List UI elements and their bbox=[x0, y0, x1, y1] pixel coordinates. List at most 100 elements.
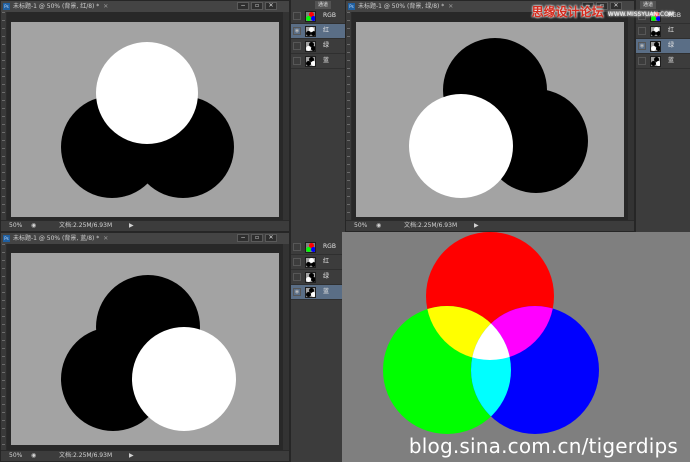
tab-close-icon[interactable]: ✕ bbox=[448, 3, 453, 10]
document-canvas[interactable] bbox=[11, 253, 279, 445]
status-bar: 50% ◉ 文档:2.25M/6.93M ▶ bbox=[1, 220, 289, 231]
channel-row-red[interactable]: 红 bbox=[291, 255, 343, 270]
visibility-toggle[interactable] bbox=[293, 12, 301, 20]
visibility-eye-icon[interactable]: ◉ bbox=[638, 42, 646, 50]
channel-row-red[interactable]: 红 bbox=[636, 24, 690, 39]
additive-color-diagram bbox=[383, 232, 599, 434]
channel-row-blue[interactable]: ◉ 蓝 bbox=[291, 285, 343, 300]
visibility-toggle[interactable] bbox=[638, 27, 646, 35]
status-arrow-icon[interactable]: ▶ bbox=[129, 451, 134, 461]
photoshop-icon: Ps bbox=[348, 3, 355, 10]
maximize-button[interactable]: ▫ bbox=[251, 234, 263, 242]
green-channel-thumbnail-icon bbox=[305, 41, 316, 52]
channel-label: 红 bbox=[668, 27, 675, 34]
channel-row-blue[interactable]: 蓝 bbox=[291, 54, 346, 69]
document-window-blue: Ps 未标题-1 @ 50% (背景, 蓝/8) * ✕ − ▫ ✕ 50% ◉ … bbox=[0, 232, 290, 462]
blue-channel-thumbnail-icon bbox=[305, 287, 316, 298]
close-button[interactable]: ✕ bbox=[265, 2, 277, 10]
document-tab-title: 未标题-1 @ 50% (背景, 红/8) * bbox=[13, 3, 100, 10]
visibility-toggle[interactable] bbox=[638, 57, 646, 65]
channel-label: 蓝 bbox=[323, 57, 330, 64]
channel-label: 红 bbox=[323, 258, 330, 265]
blue-channel-thumbnail-icon bbox=[650, 56, 661, 67]
canvas-area bbox=[7, 12, 283, 220]
status-menu-icon[interactable]: ◉ bbox=[31, 221, 36, 231]
channels-panel-blue: RGB 红 绿 ◉ 蓝 bbox=[290, 232, 343, 462]
red-channel-thumbnail-icon bbox=[305, 26, 316, 37]
document-window-green: Ps 未标题-1 @ 50% (背景, 绿/8) * ✕ − ▫ ✕ 50% ◉ … bbox=[345, 0, 635, 232]
zoom-level[interactable]: 50% bbox=[9, 221, 22, 231]
minimize-button[interactable]: − bbox=[237, 234, 249, 242]
channel-label: RGB bbox=[323, 12, 336, 19]
channels-panel-red: 通道 RGB ◉ 红 绿 蓝 bbox=[290, 0, 346, 232]
status-bar: 50% ◉ 文档:2.25M/6.93M ▶ bbox=[1, 450, 289, 461]
channel-label: 绿 bbox=[323, 273, 330, 280]
channel-row-rgb[interactable]: RGB bbox=[291, 9, 346, 24]
visibility-toggle[interactable] bbox=[293, 243, 301, 251]
channel-row-red[interactable]: ◉ 红 bbox=[291, 24, 346, 39]
document-size: 文档:2.25M/6.93M bbox=[404, 222, 458, 229]
visibility-eye-icon[interactable]: ◉ bbox=[293, 288, 301, 296]
document-canvas[interactable] bbox=[11, 22, 279, 217]
document-tab-title: 未标题-1 @ 50% (背景, 蓝/8) * bbox=[13, 235, 100, 242]
channel-label: 红 bbox=[323, 27, 330, 34]
visibility-toggle[interactable] bbox=[293, 42, 301, 50]
channel-label: 蓝 bbox=[668, 57, 675, 64]
channel-row-green[interactable]: 绿 bbox=[291, 39, 346, 54]
channel-label: 蓝 bbox=[323, 288, 330, 295]
channel-row-green[interactable]: ◉ 绿 bbox=[636, 39, 690, 54]
vertical-scrollbar[interactable] bbox=[628, 12, 634, 220]
canvas-area bbox=[7, 244, 283, 450]
photoshop-icon: Ps bbox=[3, 235, 10, 242]
channels-panel-green: 通道 RGB 红 ◉ 绿 蓝 bbox=[635, 0, 690, 232]
document-canvas[interactable] bbox=[356, 22, 624, 217]
green-channel-bottom-left-circle bbox=[409, 94, 513, 198]
vertical-scrollbar[interactable] bbox=[283, 12, 289, 220]
document-tab[interactable]: 未标题-1 @ 50% (背景, 蓝/8) * ✕ bbox=[13, 234, 108, 243]
document-window-red: Ps 未标题-1 @ 50% (背景, 红/8) * ✕ − ▫ ✕ 50% ◉ … bbox=[0, 0, 290, 232]
red-channel-top-circle bbox=[96, 42, 198, 144]
red-channel-thumbnail-icon bbox=[305, 257, 316, 268]
site-watermark-url: WWW.MISSYUAN.COM bbox=[607, 11, 674, 18]
visibility-toggle[interactable] bbox=[293, 273, 301, 281]
green-channel-thumbnail-icon bbox=[305, 272, 316, 283]
channel-label: 绿 bbox=[668, 42, 675, 49]
visibility-toggle[interactable] bbox=[293, 57, 301, 65]
channel-row-blue[interactable]: 蓝 bbox=[636, 54, 690, 69]
blue-channel-bottom-right-circle bbox=[132, 327, 236, 431]
tab-close-icon[interactable]: ✕ bbox=[103, 235, 108, 242]
channel-list: RGB ◉ 红 绿 蓝 bbox=[291, 9, 346, 71]
blog-watermark: blog.sina.com.cn/tigerdips bbox=[408, 434, 678, 458]
document-tab[interactable]: 未标题-1 @ 50% (背景, 绿/8) * ✕ bbox=[358, 2, 453, 11]
status-menu-icon[interactable]: ◉ bbox=[376, 221, 381, 231]
status-bar: 50% ◉ 文档:2.25M/6.93M ▶ bbox=[346, 220, 634, 231]
channel-row-rgb[interactable]: RGB bbox=[291, 240, 343, 255]
document-tab[interactable]: 未标题-1 @ 50% (背景, 红/8) * ✕ bbox=[13, 2, 108, 11]
status-arrow-icon[interactable]: ▶ bbox=[474, 221, 479, 231]
tab-close-icon[interactable]: ✕ bbox=[103, 3, 108, 10]
close-button[interactable]: ✕ bbox=[265, 234, 277, 242]
minimize-button[interactable]: − bbox=[237, 2, 249, 10]
canvas-area bbox=[352, 12, 628, 220]
document-size: 文档:2.25M/6.93M bbox=[59, 222, 113, 229]
visibility-toggle[interactable] bbox=[293, 258, 301, 266]
site-watermark-cn: 思缘设计论坛 bbox=[531, 5, 604, 19]
channels-panel-tab[interactable]: 通道 bbox=[315, 1, 332, 9]
rgb-thumbnail-icon bbox=[305, 242, 316, 253]
document-tab-title: 未标题-1 @ 50% (背景, 绿/8) * bbox=[358, 3, 445, 10]
document-size: 文档:2.25M/6.93M bbox=[59, 452, 113, 459]
zoom-level[interactable]: 50% bbox=[354, 221, 367, 231]
red-channel-thumbnail-icon bbox=[650, 26, 661, 37]
status-menu-icon[interactable]: ◉ bbox=[31, 451, 36, 461]
rgb-thumbnail-icon bbox=[305, 11, 316, 22]
status-arrow-icon[interactable]: ▶ bbox=[129, 221, 134, 231]
blue-channel-thumbnail-icon bbox=[305, 56, 316, 67]
channel-row-green[interactable]: 绿 bbox=[291, 270, 343, 285]
maximize-button[interactable]: ▫ bbox=[251, 2, 263, 10]
visibility-eye-icon[interactable]: ◉ bbox=[293, 27, 301, 35]
channel-label: RGB bbox=[323, 243, 336, 250]
channel-label: 绿 bbox=[323, 42, 330, 49]
vertical-scrollbar[interactable] bbox=[283, 244, 289, 450]
zoom-level[interactable]: 50% bbox=[9, 451, 22, 461]
channel-list: RGB 红 绿 ◉ 蓝 bbox=[291, 240, 343, 302]
